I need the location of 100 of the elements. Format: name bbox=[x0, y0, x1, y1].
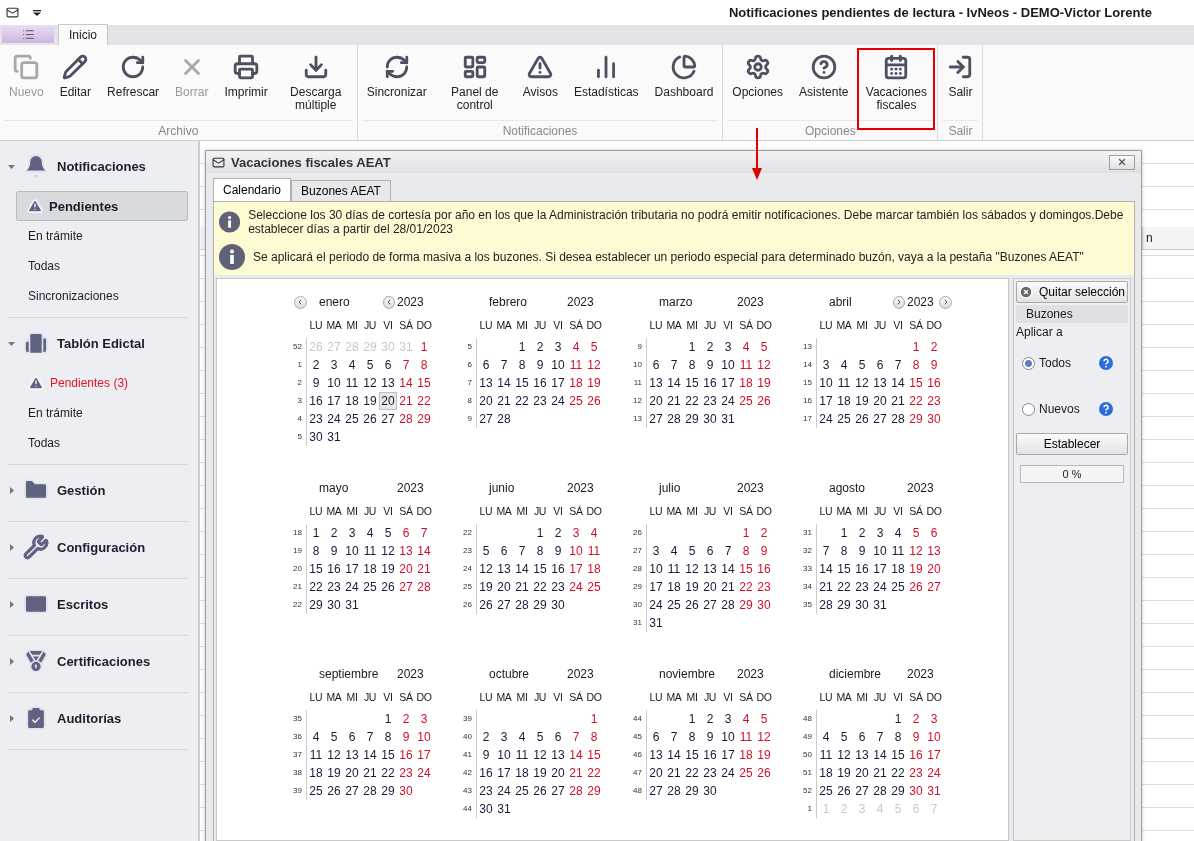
calendar-day[interactable]: 10 bbox=[719, 728, 737, 746]
calendar-day[interactable]: 29 bbox=[683, 410, 701, 428]
calendar-day[interactable]: 15 bbox=[415, 374, 433, 392]
calendar-day[interactable]: 11 bbox=[737, 728, 755, 746]
calendar-day[interactable]: 9 bbox=[325, 542, 343, 560]
calendar-day[interactable]: 12 bbox=[379, 542, 397, 560]
calendar-day[interactable]: 12 bbox=[755, 356, 773, 374]
collapsed-caret-icon[interactable] bbox=[8, 543, 15, 551]
calendar-day[interactable]: 3 bbox=[719, 338, 737, 356]
sidebar-group-title[interactable]: Notificaciones bbox=[57, 158, 146, 174]
calendar-day[interactable]: 26 bbox=[531, 782, 549, 800]
calendar-day[interactable]: 3 bbox=[925, 710, 943, 728]
calendar-day[interactable]: 6 bbox=[379, 356, 397, 374]
calendar-day[interactable]: 18 bbox=[585, 560, 603, 578]
calendar-day[interactable]: 5 bbox=[835, 728, 853, 746]
app-menu-button[interactable] bbox=[2, 26, 54, 43]
calendar-day[interactable]: 2 bbox=[477, 728, 495, 746]
calendar-day[interactable]: 9 bbox=[549, 542, 567, 560]
calendar-day[interactable]: 15 bbox=[513, 374, 531, 392]
calendar-day[interactable]: 14 bbox=[889, 374, 907, 392]
calendar-day[interactable]: 7 bbox=[665, 356, 683, 374]
calendar-day[interactable]: 5 bbox=[853, 356, 871, 374]
calendar-day[interactable]: 14 bbox=[719, 560, 737, 578]
calendar-day[interactable]: 30 bbox=[325, 596, 343, 614]
calendar-day[interactable]: 7 bbox=[361, 728, 379, 746]
calendar-day[interactable]: 23 bbox=[307, 410, 325, 428]
calendar-day[interactable]: 13 bbox=[549, 746, 567, 764]
calendar-day[interactable]: 15 bbox=[683, 746, 701, 764]
calendar-day[interactable]: 30 bbox=[701, 410, 719, 428]
calendar-day[interactable]: 19 bbox=[907, 560, 925, 578]
toolbar-button[interactable]: Panel de control bbox=[435, 48, 514, 120]
calendar-day[interactable]: 22 bbox=[683, 764, 701, 782]
calendar-day[interactable]: 24 bbox=[817, 410, 835, 428]
calendar-day[interactable]: 29 bbox=[585, 782, 603, 800]
calendar-day[interactable]: 31 bbox=[647, 614, 665, 632]
calendar-day[interactable]: 30 bbox=[907, 782, 925, 800]
calendar-day[interactable]: 4 bbox=[361, 524, 379, 542]
calendar-day[interactable]: 3 bbox=[415, 710, 433, 728]
calendar-day[interactable]: 10 bbox=[325, 374, 343, 392]
calendar-day[interactable]: 4 bbox=[889, 524, 907, 542]
calendar-day[interactable]: 28 bbox=[397, 410, 415, 428]
calendar-day[interactable]: 12 bbox=[755, 728, 773, 746]
calendar-day[interactable]: 3 bbox=[549, 338, 567, 356]
calendar-day[interactable]: 15 bbox=[531, 560, 549, 578]
collapsed-caret-icon[interactable] bbox=[8, 714, 15, 722]
calendar-day[interactable]: 13 bbox=[701, 560, 719, 578]
calendar-day[interactable]: 20 bbox=[647, 392, 665, 410]
calendar-day[interactable]: 24 bbox=[567, 578, 585, 596]
calendar-day[interactable]: 18 bbox=[817, 764, 835, 782]
calendar-day[interactable]: 25 bbox=[343, 410, 361, 428]
sidebar-group-title[interactable]: Tablón Edictal bbox=[57, 335, 145, 351]
close-button[interactable] bbox=[1109, 154, 1135, 170]
calendar-day[interactable]: 11 bbox=[835, 374, 853, 392]
calendar-day[interactable]: 10 bbox=[871, 542, 889, 560]
calendar-day[interactable]: 26 bbox=[379, 578, 397, 596]
calendar-day[interactable]: 12 bbox=[325, 746, 343, 764]
calendar-day[interactable]: 1 bbox=[907, 338, 925, 356]
calendar-day[interactable]: 18 bbox=[737, 374, 755, 392]
calendar-day[interactable]: 10 bbox=[567, 542, 585, 560]
calendar-day[interactable]: 20 bbox=[871, 392, 889, 410]
calendar-day[interactable]: 8 bbox=[415, 356, 433, 374]
calendar-day[interactable]: 13 bbox=[925, 542, 943, 560]
calendar-day[interactable]: 13 bbox=[477, 374, 495, 392]
calendar-day[interactable]: 8 bbox=[513, 356, 531, 374]
calendar-day[interactable]: 3 bbox=[325, 356, 343, 374]
calendar-day[interactable]: 12 bbox=[585, 356, 603, 374]
calendar-day[interactable]: 30 bbox=[701, 782, 719, 800]
calendar-day[interactable]: 1 bbox=[585, 710, 603, 728]
set-button[interactable]: Establecer bbox=[1016, 433, 1128, 455]
calendar-day[interactable]: 25 bbox=[817, 782, 835, 800]
calendar-day[interactable]: 23 bbox=[701, 764, 719, 782]
calendar-day[interactable]: 19 bbox=[531, 764, 549, 782]
calendar-day[interactable]: 4 bbox=[585, 524, 603, 542]
calendar-day[interactable]: 14 bbox=[415, 542, 433, 560]
calendar-day[interactable]: 28 bbox=[719, 596, 737, 614]
calendar-day[interactable]: 9 bbox=[853, 542, 871, 560]
calendar-day[interactable]: 9 bbox=[925, 356, 943, 374]
calendar-day[interactable]: 19 bbox=[585, 374, 603, 392]
calendar-day[interactable]: 11 bbox=[567, 356, 585, 374]
toolbar-button[interactable]: Sincronizar bbox=[359, 48, 434, 120]
calendar-day[interactable]: 30 bbox=[307, 428, 325, 446]
calendar-day[interactable]: 6 bbox=[343, 728, 361, 746]
calendar-day[interactable]: 1 bbox=[889, 710, 907, 728]
calendar-day[interactable]: 16 bbox=[701, 374, 719, 392]
radio-button[interactable] bbox=[1022, 402, 1035, 416]
calendar-day[interactable]: 28 bbox=[665, 410, 683, 428]
calendar-day[interactable]: 22 bbox=[585, 764, 603, 782]
calendar-day[interactable]: 4 bbox=[343, 356, 361, 374]
calendar-day[interactable]: 24 bbox=[325, 410, 343, 428]
help-icon[interactable] bbox=[1099, 402, 1113, 416]
calendar-day[interactable]: 7 bbox=[665, 728, 683, 746]
calendar-day[interactable]: 4 bbox=[307, 728, 325, 746]
calendar-day[interactable]: 26 bbox=[835, 782, 853, 800]
calendar-day[interactable]: 16 bbox=[907, 746, 925, 764]
calendar-day[interactable]: 2 bbox=[549, 524, 567, 542]
calendar-day[interactable]: 10 bbox=[719, 356, 737, 374]
calendar-day[interactable]: 7 bbox=[889, 356, 907, 374]
calendar-day[interactable]: 11 bbox=[817, 746, 835, 764]
calendar-day[interactable]: 16 bbox=[477, 764, 495, 782]
calendar-day[interactable]: 22 bbox=[889, 764, 907, 782]
